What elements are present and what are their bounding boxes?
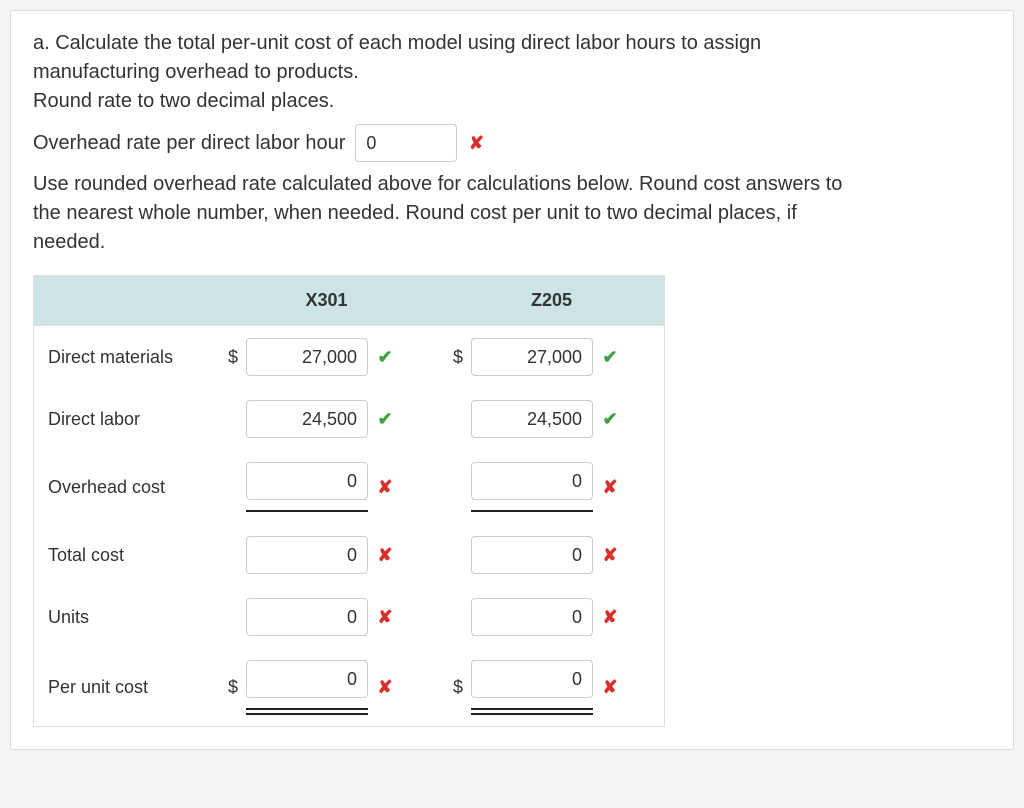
table-row: Total cost ✘ ✘ [34, 524, 664, 586]
grandtotal-rule [471, 708, 593, 714]
dollar-sign: $ [224, 677, 238, 698]
table-row: Direct labor ✔ ✔ [34, 388, 664, 450]
value-cell: ✔ [214, 400, 439, 438]
value-cell: ✘ [439, 536, 664, 574]
answer-mark: ✘ [376, 607, 394, 628]
answer-mark: ✘ [601, 677, 619, 698]
value-cell: $✘ [214, 660, 439, 714]
subtotal-rule [471, 510, 593, 512]
grandtotal-rule [246, 708, 368, 714]
value-cell: ✔ [439, 400, 664, 438]
cost-input[interactable] [246, 598, 368, 636]
cost-input[interactable] [246, 400, 368, 438]
cost-table: X301 Z205 Direct materials$✔$✔Direct lab… [33, 275, 665, 727]
prompt-line-1: a. Calculate the total per-unit cost of … [33, 29, 991, 58]
row-label: Per unit cost [34, 677, 214, 698]
answer-mark: ✔ [376, 347, 394, 368]
value-cell: ✘ [214, 462, 439, 512]
cost-input[interactable] [246, 536, 368, 574]
cost-input[interactable] [471, 660, 593, 698]
cost-input[interactable] [471, 338, 593, 376]
answer-mark: ✔ [601, 409, 619, 430]
cost-input[interactable] [471, 536, 593, 574]
cost-input[interactable] [471, 598, 593, 636]
row-label: Total cost [34, 545, 214, 566]
cost-input[interactable] [246, 660, 368, 698]
cost-input[interactable] [471, 462, 593, 500]
overhead-rate-label: Overhead rate per direct labor hour [33, 132, 345, 155]
dollar-sign: $ [224, 347, 238, 368]
question-panel: a. Calculate the total per-unit cost of … [10, 10, 1014, 750]
answer-mark: ✘ [601, 545, 619, 566]
table-row: Per unit cost$✘$✘ [34, 648, 664, 726]
cost-input[interactable] [246, 462, 368, 500]
row-label: Overhead cost [34, 477, 214, 498]
answer-mark: ✘ [376, 545, 394, 566]
answer-mark: ✘ [601, 477, 619, 498]
col-header-x301: X301 [214, 276, 439, 325]
cost-input[interactable] [471, 400, 593, 438]
answer-mark: ✘ [376, 477, 394, 498]
note-line-3: needed. [33, 228, 991, 257]
dollar-sign: $ [449, 347, 463, 368]
note-line-1: Use rounded overhead rate calculated abo… [33, 170, 991, 199]
table-row: Direct materials$✔$✔ [34, 326, 664, 388]
value-cell: $✘ [439, 660, 664, 714]
col-header-z205: Z205 [439, 276, 664, 325]
value-cell: ✘ [214, 598, 439, 636]
answer-mark: ✔ [376, 409, 394, 430]
row-label: Direct materials [34, 347, 214, 368]
row-label: Units [34, 607, 214, 628]
value-cell: ✘ [214, 536, 439, 574]
row-label: Direct labor [34, 409, 214, 430]
prompt-line-3: Round rate to two decimal places. [33, 87, 991, 116]
note-line-2: the nearest whole number, when needed. R… [33, 199, 991, 228]
overhead-rate-mark: ✘ [467, 133, 485, 154]
prompt-line-2: manufacturing overhead to products. [33, 58, 991, 87]
value-cell: ✘ [439, 598, 664, 636]
value-cell: ✘ [439, 462, 664, 512]
table-row: Units ✘ ✘ [34, 586, 664, 648]
value-cell: $✔ [439, 338, 664, 376]
dollar-sign: $ [449, 677, 463, 698]
subtotal-rule [246, 510, 368, 512]
answer-mark: ✘ [376, 677, 394, 698]
value-cell: $✔ [214, 338, 439, 376]
table-row: Overhead cost ✘ ✘ [34, 450, 664, 524]
cost-input[interactable] [246, 338, 368, 376]
answer-mark: ✔ [601, 347, 619, 368]
answer-mark: ✘ [601, 607, 619, 628]
overhead-rate-input[interactable] [355, 124, 457, 162]
